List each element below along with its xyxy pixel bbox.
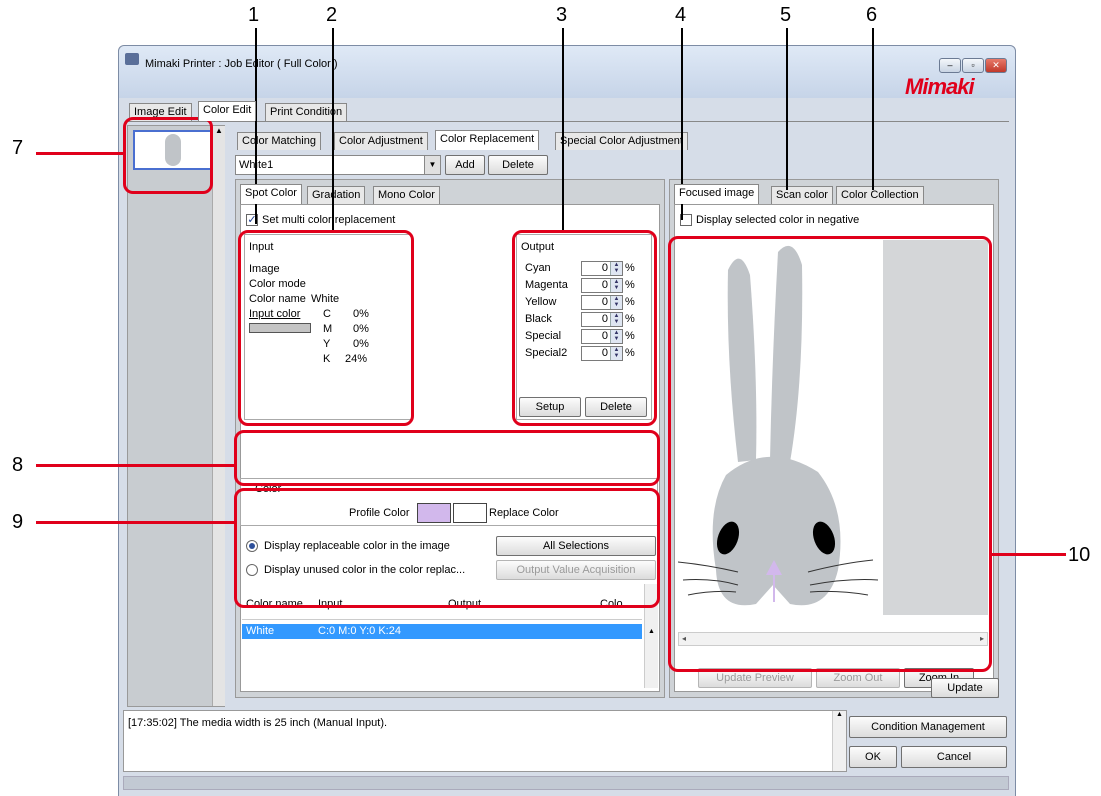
callout-7: 7 (12, 137, 24, 159)
thumbnail-panel: ▲ (127, 125, 225, 707)
highlight-9 (234, 488, 660, 608)
callout-9: 9 (12, 511, 24, 533)
status-bar (123, 776, 1009, 790)
callout-6: 6 (866, 4, 878, 26)
minimize-button[interactable]: – (939, 58, 961, 73)
log-text: [17:35:02] The media width is 25 inch (M… (128, 717, 388, 729)
tab-focused-image[interactable]: Focused image (674, 184, 760, 204)
table-row[interactable]: White C:0 M:0 Y:0 K:24 (242, 624, 642, 639)
tab-color-collection[interactable]: Color Collection (836, 186, 924, 204)
highlight-3 (512, 230, 657, 426)
thumbnail-scrollbar[interactable]: ▲ (212, 126, 225, 706)
tab-scan-color[interactable]: Scan color (771, 186, 833, 204)
callout-3: 3 (556, 4, 568, 26)
callout-5: 5 (780, 4, 792, 26)
tab-color-edit[interactable]: Color Edit (198, 101, 257, 121)
maximize-button[interactable]: ▫ (962, 58, 984, 73)
tab-mono-color[interactable]: Mono Color (373, 186, 440, 204)
mimaki-logo: Mimaki (905, 74, 975, 99)
tab-print-condition[interactable]: Print Condition (265, 103, 348, 121)
highlight-7 (123, 117, 213, 194)
tab-color-replacement[interactable]: Color Replacement (435, 130, 540, 150)
cancel-button[interactable]: Cancel (901, 746, 1007, 768)
add-button[interactable]: Add (445, 155, 485, 175)
log-area: [17:35:02] The media width is 25 inch (M… (123, 710, 847, 772)
log-scrollbar[interactable]: ▲ (832, 711, 846, 771)
callout-1: 1 (248, 4, 260, 26)
app-icon (125, 53, 139, 65)
update-button[interactable]: Update (931, 678, 999, 698)
condition-management-button[interactable]: Condition Management (849, 716, 1007, 738)
tab-color-adjustment[interactable]: Color Adjustment (334, 132, 428, 150)
set-selector[interactable]: White1 ▼ (235, 155, 441, 175)
highlight-2 (238, 230, 414, 426)
highlight-10 (668, 236, 992, 672)
callout-10: 10 (1068, 544, 1091, 566)
close-button[interactable]: ✕ (985, 58, 1007, 73)
ok-button[interactable]: OK (849, 746, 897, 768)
delete-set-button[interactable]: Delete (488, 155, 548, 175)
chevron-down-icon: ▼ (424, 156, 440, 174)
highlight-8 (234, 430, 660, 486)
callout-8: 8 (12, 454, 24, 476)
title-bar: Mimaki Printer : Job Editor ( Full Color… (119, 46, 1015, 99)
multi-replace-label: Set multi color replacement (262, 214, 396, 226)
tab-gradation[interactable]: Gradation (307, 186, 366, 204)
callout-4: 4 (675, 4, 687, 26)
negative-label: Display selected color in negative (696, 214, 860, 226)
tab-special-color-adjustment[interactable]: Special Color Adjustment (555, 132, 688, 150)
tab-color-matching[interactable]: Color Matching (237, 132, 321, 150)
callout-2: 2 (326, 4, 338, 26)
window-title: Mimaki Printer : Job Editor ( Full Color… (145, 58, 338, 70)
tab-spot-color[interactable]: Spot Color (240, 184, 302, 204)
